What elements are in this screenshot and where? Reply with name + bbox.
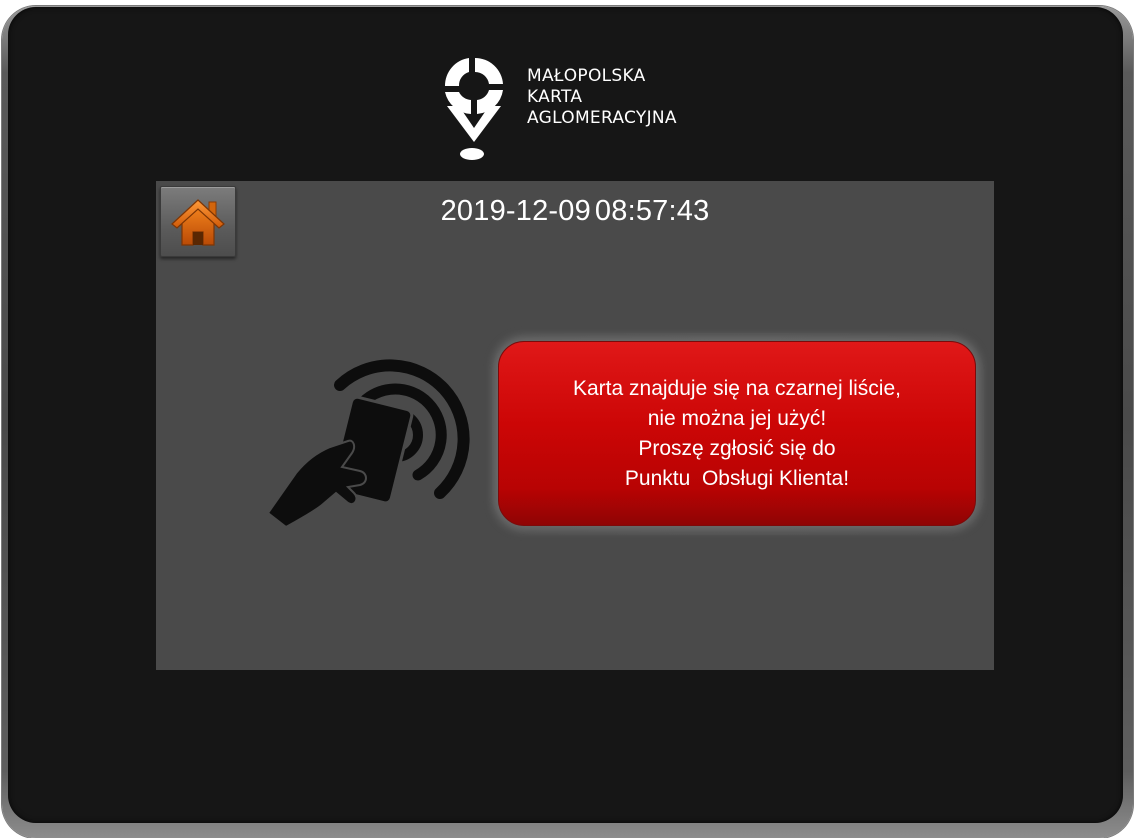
time-text: 08:57:43 bbox=[595, 195, 710, 227]
logo-line-1: MAŁOPOLSKA bbox=[527, 66, 677, 87]
alert-line-4: Punktu Obsługi Klienta! bbox=[573, 464, 901, 494]
main-screen: 2019-12-0908:57:43 Karta znajduje się na… bbox=[156, 181, 994, 670]
alert-line-3: Proszę zgłosić się do bbox=[573, 434, 901, 464]
blacklist-alert: Karta znajduje się na czarnej liście, ni… bbox=[498, 341, 976, 526]
date-text: 2019-12-09 bbox=[441, 195, 591, 227]
alert-message: Karta znajduje się na czarnej liście, ni… bbox=[573, 374, 901, 494]
logo-wordmark: MAŁOPOLSKA KARTA AGLOMERACYJNA bbox=[527, 66, 677, 129]
alert-line-2: nie można jej użyć! bbox=[573, 404, 901, 434]
mka-logo: MAŁOPOLSKA KARTA AGLOMERACYJNA bbox=[433, 48, 733, 168]
logo-line-2: KARTA bbox=[527, 87, 677, 108]
logo-line-3: AGLOMERACYJNA bbox=[527, 108, 677, 129]
alert-line-1: Karta znajduje się na czarnej liście, bbox=[573, 374, 901, 404]
contactless-card-icon bbox=[256, 343, 476, 533]
map-pin-logo-icon bbox=[433, 48, 515, 166]
datetime-display: 2019-12-0908:57:43 bbox=[156, 195, 994, 228]
